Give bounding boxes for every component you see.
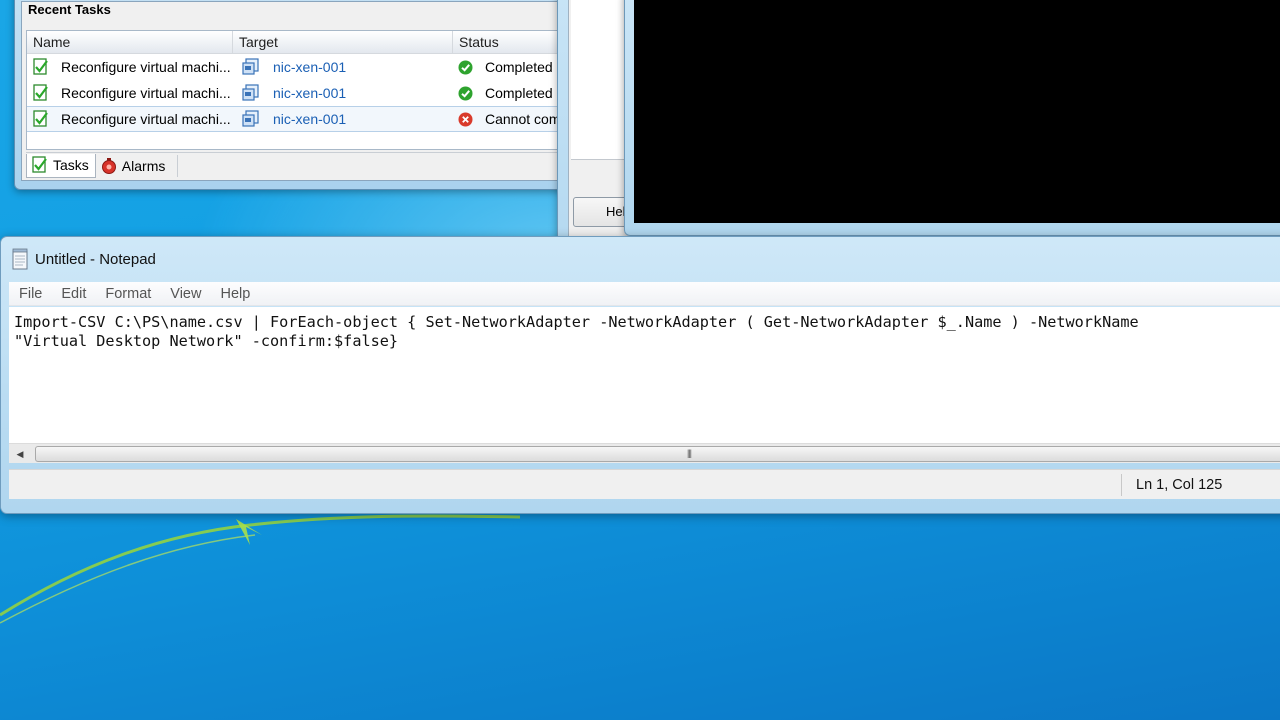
task-name: Reconfigure virtual machi... bbox=[61, 85, 231, 101]
task-icon bbox=[33, 110, 48, 127]
table-row[interactable]: Reconfigure virtual machi... nic-xen-001 bbox=[27, 80, 571, 106]
menu-bar: File Edit Format View Help bbox=[9, 282, 1280, 306]
column-header-name[interactable]: Name bbox=[27, 31, 233, 53]
target-link[interactable]: nic-xen-001 bbox=[273, 111, 346, 127]
panel-title: Recent Tasks bbox=[28, 2, 111, 17]
table-row[interactable]: Reconfigure virtual machi... nic-xen-001 bbox=[27, 54, 571, 80]
menu-view[interactable]: View bbox=[160, 282, 210, 306]
success-check-icon bbox=[458, 60, 473, 74]
table-row[interactable]: Reconfigure virtual machi... nic-xen-001 bbox=[27, 106, 571, 132]
notepad-window: Untitled - Notepad File Edit Format View… bbox=[0, 236, 1280, 514]
text-editor-area[interactable]: Import-CSV C:\PS\name.csv | ForEach-obje… bbox=[9, 307, 1280, 443]
target-link[interactable]: nic-xen-001 bbox=[273, 85, 346, 101]
menu-help[interactable]: Help bbox=[210, 282, 259, 306]
desktop-wallpaper-swoosh bbox=[0, 505, 700, 720]
menu-format[interactable]: Format bbox=[95, 282, 160, 306]
scroll-left-arrow-icon[interactable]: ◀ bbox=[13, 447, 27, 461]
tab-label: Alarms bbox=[121, 157, 166, 174]
window-title: Untitled - Notepad bbox=[35, 250, 156, 268]
virtual-machine-icon bbox=[242, 84, 259, 101]
notepad-icon bbox=[12, 248, 28, 270]
task-icon bbox=[33, 58, 48, 75]
task-status: Completed bbox=[485, 59, 553, 75]
vsphere-client-window: Recent Tasks Name Target Status Reconfig… bbox=[14, 0, 574, 190]
status-bar: Ln 1, Col 125 bbox=[9, 469, 1280, 499]
task-name: Reconfigure virtual machi... bbox=[61, 59, 231, 75]
virtual-machine-icon bbox=[242, 110, 259, 127]
notepad-titlebar[interactable]: Untitled - Notepad bbox=[11, 245, 156, 273]
dialog-content-panel bbox=[571, 0, 629, 160]
tasks-icon bbox=[32, 156, 47, 173]
alarm-icon bbox=[101, 157, 116, 174]
menu-file[interactable]: File bbox=[9, 282, 51, 306]
tab-label: Tasks bbox=[53, 157, 89, 173]
recent-tasks-panel: Recent Tasks Name Target Status Reconfig… bbox=[21, 1, 573, 181]
task-icon bbox=[33, 84, 48, 101]
error-x-icon bbox=[458, 112, 473, 126]
virtual-machine-icon bbox=[242, 58, 259, 75]
scrollbar-thumb[interactable]: ||| bbox=[35, 446, 1280, 462]
console-screen[interactable] bbox=[634, 0, 1280, 223]
tab-alarms[interactable]: Alarms bbox=[96, 154, 172, 178]
tab-tasks[interactable]: Tasks bbox=[26, 153, 96, 178]
panel-tabs: Tasks Alarms bbox=[26, 152, 572, 178]
success-check-icon bbox=[458, 86, 473, 100]
column-header-target[interactable]: Target bbox=[233, 31, 453, 53]
console-window bbox=[624, 0, 1280, 236]
horizontal-scrollbar[interactable]: ◀ ||| bbox=[9, 443, 1280, 463]
task-status: Completed bbox=[485, 85, 553, 101]
grip-icon: ||| bbox=[687, 448, 692, 458]
cursor-position: Ln 1, Col 125 bbox=[1136, 477, 1223, 493]
help-button[interactable]: Help bbox=[573, 197, 631, 227]
table-header: Name Target Status bbox=[27, 31, 571, 54]
task-name: Reconfigure virtual machi... bbox=[61, 111, 231, 127]
target-link[interactable]: nic-xen-001 bbox=[273, 59, 346, 75]
column-header-status[interactable]: Status bbox=[453, 31, 571, 53]
menu-edit[interactable]: Edit bbox=[51, 282, 95, 306]
task-status: Cannot comp bbox=[485, 111, 569, 127]
recent-tasks-table: Name Target Status Reconfigure virtual m… bbox=[26, 30, 572, 150]
